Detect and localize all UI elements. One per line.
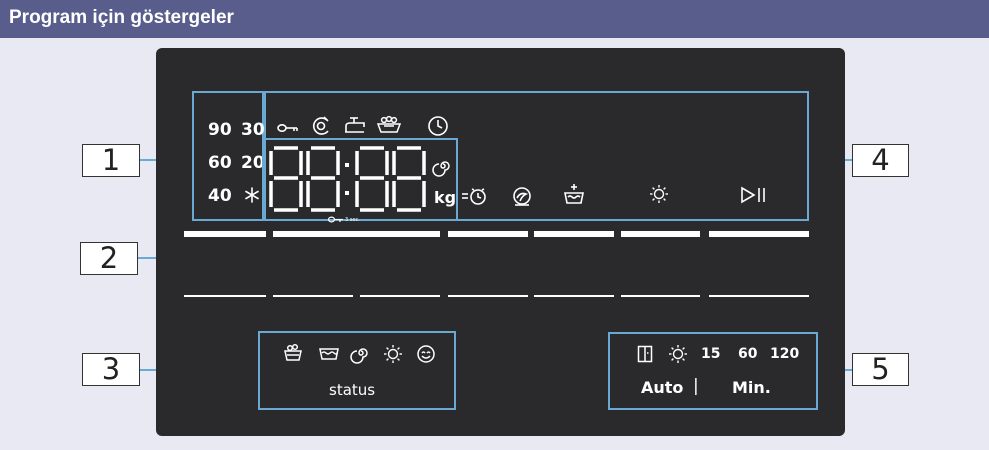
child-lock-icon bbox=[312, 116, 329, 135]
segment-bar-bottom-5 bbox=[534, 295, 614, 297]
temp-40: 40 bbox=[208, 186, 232, 206]
callout-3: 3 bbox=[82, 353, 140, 386]
extra-rinse-icon bbox=[564, 184, 584, 204]
drying-icon bbox=[650, 185, 668, 203]
segment-bar-top-6 bbox=[709, 231, 809, 237]
segment-bar-bottom-2 bbox=[273, 295, 353, 297]
segment-bar-bottom-4 bbox=[448, 295, 528, 297]
clock-icon bbox=[428, 116, 448, 136]
time-15: 15 bbox=[701, 346, 721, 362]
door-icon bbox=[637, 345, 653, 363]
segment-bar-top-4 bbox=[534, 231, 614, 237]
kg-unit: kg bbox=[434, 188, 457, 207]
callout-4: 4 bbox=[852, 144, 909, 177]
min-label: Min. bbox=[732, 378, 771, 397]
time-120: 120 bbox=[770, 346, 800, 362]
status-spin-icon bbox=[350, 348, 368, 364]
segment-bar-bottom-1 bbox=[184, 295, 266, 297]
status-label: status bbox=[329, 381, 376, 399]
time-60: 60 bbox=[738, 346, 758, 362]
seven-segment-display bbox=[269, 146, 426, 212]
segment-bar-bottom-3 bbox=[360, 295, 440, 297]
timer-icon bbox=[462, 188, 486, 205]
segment-bar-top-1 bbox=[184, 231, 266, 237]
callout-5: 5 bbox=[852, 353, 909, 386]
laundry-basket-icon bbox=[376, 115, 402, 133]
snowflake-icon bbox=[245, 187, 259, 203]
control-panel: 90 30 60 20 40 kg 3 sec. status 15 60 12… bbox=[156, 48, 845, 436]
water-tap-icon bbox=[345, 117, 365, 133]
prewash-icon bbox=[284, 343, 302, 361]
temp-90: 90 bbox=[208, 120, 232, 140]
temp-30: 30 bbox=[241, 120, 265, 140]
segment-bar-bottom-7 bbox=[709, 295, 809, 297]
done-icon bbox=[417, 345, 435, 363]
display-key-icon bbox=[327, 216, 343, 223]
lock-hint: 3 sec. bbox=[345, 217, 360, 223]
callout-2: 2 bbox=[80, 242, 138, 275]
spin-icon bbox=[432, 161, 450, 177]
segment-bar-top-3 bbox=[448, 231, 528, 237]
segment-bar-top-2 bbox=[273, 231, 440, 237]
segment-bar-top-5 bbox=[621, 231, 700, 237]
auto-min-separator: | bbox=[693, 376, 699, 396]
auto-label: Auto bbox=[641, 378, 684, 397]
anti-crease-icon bbox=[513, 187, 531, 206]
wash-icon bbox=[319, 348, 339, 360]
temp-60: 60 bbox=[208, 153, 232, 173]
status-drying-icon bbox=[384, 345, 402, 363]
segment-bar-bottom-6 bbox=[621, 295, 700, 297]
key-lock-icon bbox=[277, 123, 298, 133]
start-pause-icon bbox=[741, 186, 765, 204]
callout-1: 1 bbox=[82, 144, 140, 177]
time-drying-icon bbox=[669, 345, 687, 363]
time-box bbox=[608, 332, 818, 410]
